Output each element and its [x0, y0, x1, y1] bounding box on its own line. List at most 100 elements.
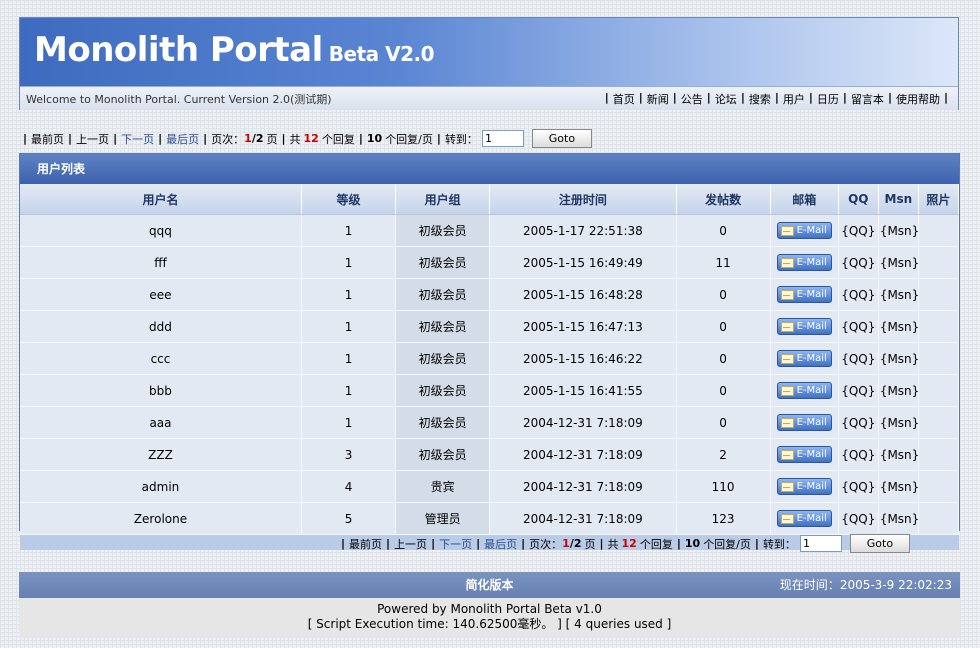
envelope-icon [780, 321, 794, 332]
user-name[interactable]: admin [20, 470, 302, 503]
nav-item[interactable]: 新闻 [647, 91, 669, 107]
nav-item[interactable]: 公告 [681, 91, 703, 107]
user-email-cell: E-Mail [770, 406, 839, 439]
user-name[interactable]: ddd [20, 310, 302, 343]
email-button[interactable]: E-Mail [776, 446, 832, 463]
pager-next-link[interactable]: 下一页 [439, 536, 472, 552]
user-group: 初级会员 [395, 278, 491, 311]
user-name[interactable]: Zerolone [20, 502, 302, 535]
user-qq[interactable]: {QQ} [838, 214, 879, 247]
per-page: 10 [366, 132, 383, 145]
user-photo [918, 310, 960, 343]
user-photo [918, 374, 960, 407]
pager-last-link[interactable]: 最后页 [166, 131, 199, 147]
user-qq[interactable]: {QQ} [838, 342, 879, 375]
user-email-cell: E-Mail [770, 502, 839, 535]
user-email-cell: E-Mail [770, 278, 839, 311]
user-msn[interactable]: {Msn} [878, 374, 919, 407]
user-qq[interactable]: {QQ} [838, 246, 879, 279]
user-photo [918, 406, 960, 439]
nav-item[interactable]: 使用帮助 [896, 91, 940, 107]
top-nav: | 首页 | 新闻 | 公告 | 论坛 | 搜索 | 用户 | 日历 | 留言本 | 使用帮助 | [601, 91, 952, 107]
pager-first: 最前页 [31, 132, 65, 146]
replies-label: 个回复 [321, 132, 355, 146]
user-name[interactable]: fff [20, 246, 302, 279]
pager-separator: | [431, 537, 436, 550]
email-label: E-Mail [796, 449, 827, 460]
goto-page-input[interactable] [481, 130, 524, 147]
user-msn[interactable]: {Msn} [878, 246, 919, 279]
column-header: 注册时间 [489, 184, 677, 215]
user-qq[interactable]: {QQ} [838, 502, 879, 535]
user-name[interactable]: ccc [20, 342, 302, 375]
user-posts: 0 [676, 310, 771, 343]
user-msn[interactable]: {Msn} [878, 470, 919, 503]
user-msn[interactable]: {Msn} [878, 342, 919, 375]
user-name[interactable]: eee [20, 278, 302, 311]
email-button[interactable]: E-Mail [776, 414, 832, 431]
user-name[interactable]: bbb [20, 374, 302, 407]
user-email-cell: E-Mail [770, 342, 839, 375]
user-name[interactable]: aaa [20, 406, 302, 439]
user-group: 初级会员 [395, 438, 491, 471]
user-qq[interactable]: {QQ} [838, 470, 879, 503]
user-qq[interactable]: {QQ} [838, 310, 879, 343]
nav-item[interactable]: 日历 [817, 91, 839, 107]
total-replies: 12 [303, 132, 319, 145]
nav-item[interactable]: 论坛 [715, 91, 737, 107]
pager-separator: | [341, 537, 346, 550]
time-label: 现在时间： [779, 578, 840, 592]
goto-button[interactable]: Goto [531, 129, 592, 148]
nav-item[interactable]: 首页 [613, 91, 635, 107]
user-msn[interactable]: {Msn} [878, 438, 919, 471]
email-button[interactable]: E-Mail [776, 510, 832, 527]
user-qq[interactable]: {QQ} [838, 438, 879, 471]
user-posts: 123 [676, 502, 771, 535]
goto-page-input[interactable] [799, 535, 842, 552]
user-msn[interactable]: {Msn} [878, 214, 919, 247]
pager-next-link[interactable]: 下一页 [121, 131, 154, 147]
email-button[interactable]: E-Mail [776, 318, 832, 335]
user-group: 初级会员 [395, 246, 491, 279]
email-button[interactable]: E-Mail [776, 286, 832, 303]
column-header: 照片 [918, 184, 960, 215]
pager-last-link[interactable]: 最后页 [484, 536, 517, 552]
user-photo [918, 470, 960, 503]
user-group: 初级会员 [395, 214, 491, 247]
user-msn[interactable]: {Msn} [878, 502, 919, 535]
nav-separator: | [672, 90, 677, 104]
email-button[interactable]: E-Mail [776, 254, 832, 271]
user-msn[interactable]: {Msn} [878, 310, 919, 343]
table-row: qqq 1 初级会员 2005-1-17 22:51:38 0 E-Mail {QQ} {Ms… [20, 214, 960, 247]
user-name[interactable]: qqq [20, 214, 302, 247]
user-msn[interactable]: {Msn} [878, 278, 919, 311]
pager-separator: | [754, 537, 759, 550]
envelope-icon [780, 513, 794, 524]
email-button[interactable]: E-Mail [776, 382, 832, 399]
goto-button[interactable]: Goto [849, 534, 910, 553]
nav-item[interactable]: 用户 [783, 91, 805, 107]
user-qq[interactable]: {QQ} [838, 406, 879, 439]
column-header: 邮箱 [770, 184, 839, 215]
email-label: E-Mail [796, 257, 827, 268]
email-button[interactable]: E-Mail [776, 478, 832, 495]
user-group: 初级会员 [395, 342, 491, 375]
nav-item[interactable]: 搜索 [749, 91, 771, 107]
user-qq[interactable]: {QQ} [838, 278, 879, 311]
pager-separator: | [676, 537, 681, 550]
pager-separator: | [23, 132, 28, 145]
user-msn[interactable]: {Msn} [878, 406, 919, 439]
email-button[interactable]: E-Mail [776, 222, 832, 239]
nav-separator: | [808, 90, 813, 104]
page-suffix: 页 [266, 132, 278, 146]
email-label: E-Mail [796, 225, 827, 236]
user-qq[interactable]: {QQ} [838, 374, 879, 407]
table-row: aaa 1 初级会员 2004-12-31 7:18:09 0 E-Mail {QQ} {Ms… [20, 406, 960, 439]
nav-separator: | [638, 90, 643, 104]
pager-separator: | [68, 132, 73, 145]
nav-item[interactable]: 留言本 [851, 91, 884, 107]
user-email-cell: E-Mail [770, 438, 839, 471]
user-name[interactable]: ZZZ [20, 438, 302, 471]
column-header: 等级 [301, 184, 397, 215]
email-button[interactable]: E-Mail [776, 350, 832, 367]
